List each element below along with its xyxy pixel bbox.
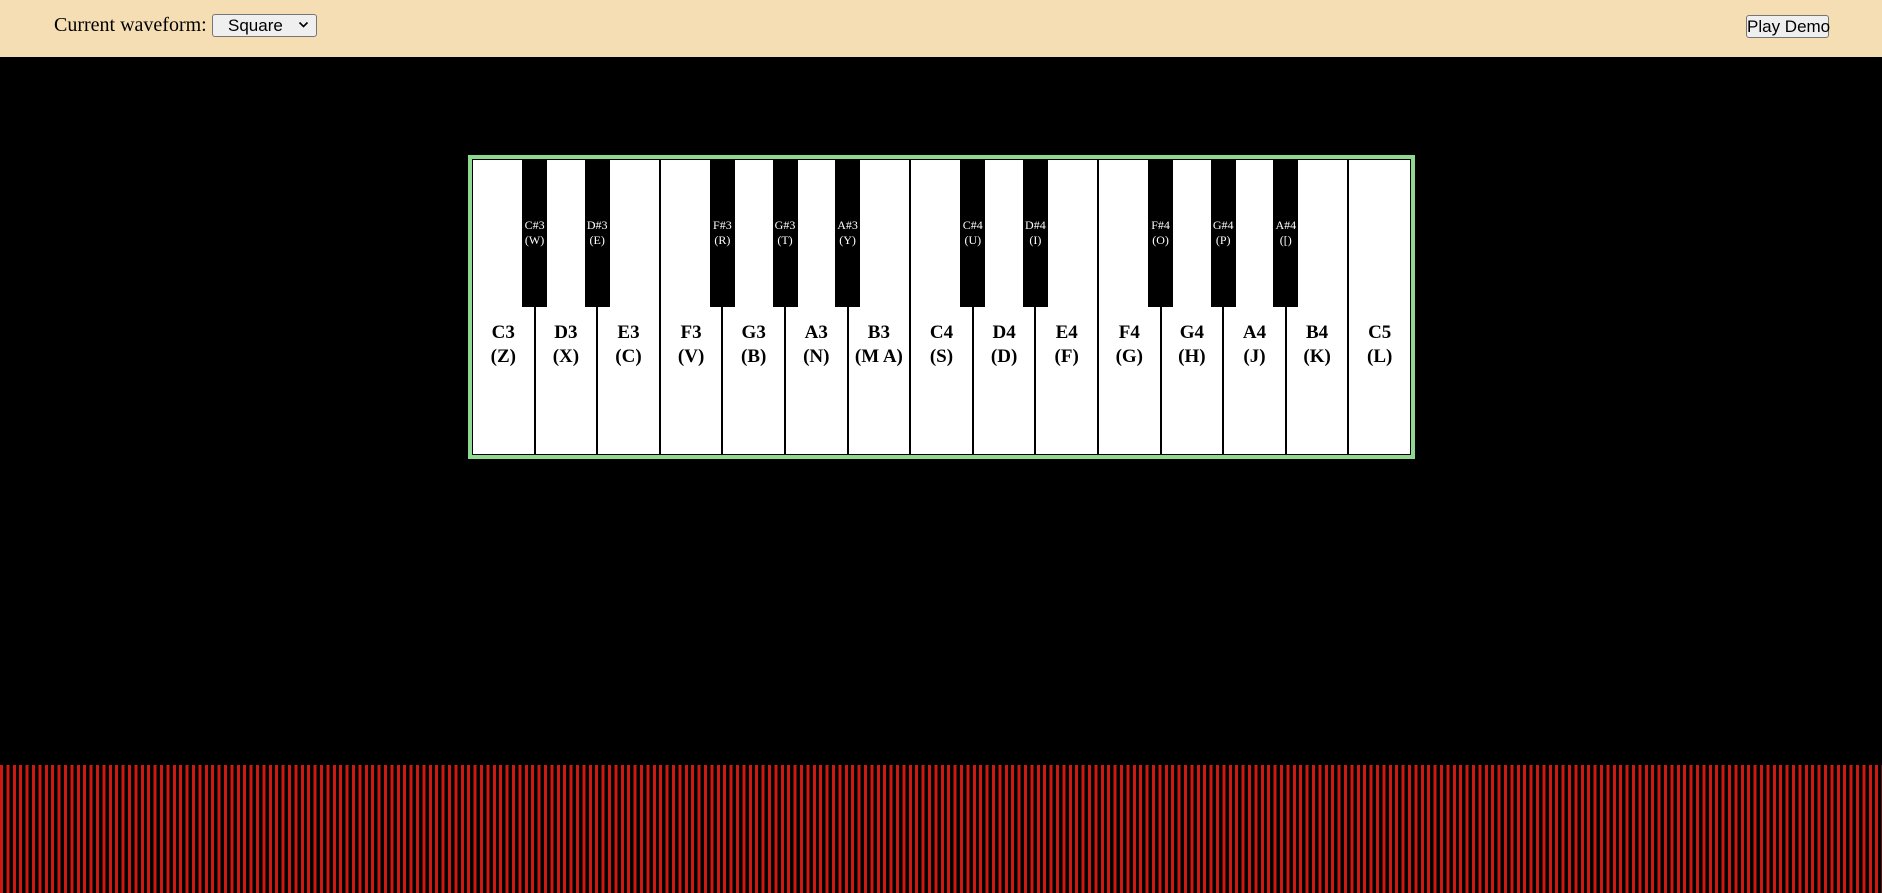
white-key-note-label: C3 <box>491 322 515 343</box>
white-key-shortcut-label: (M A) <box>854 346 903 367</box>
white-key-note-label: A4 <box>1242 322 1267 343</box>
black-key-shortcut-label: (W) <box>524 233 545 247</box>
black-key-note-label: F#4 <box>1151 218 1170 232</box>
white-key-note-label: D3 <box>554 322 578 343</box>
black-key-g-sharp4[interactable]: G#4 (P) <box>1210 159 1236 307</box>
white-key-shortcut-label: (G) <box>1115 346 1144 367</box>
black-key-note-label: F#3 <box>713 218 732 232</box>
white-key-note-label: C5 <box>1368 322 1392 343</box>
black-key-shortcut-label: ([) <box>1279 233 1292 247</box>
waveform-selected-value: Square <box>228 16 283 35</box>
black-key-note-label: A#3 <box>837 218 858 232</box>
black-key-note-label: C#3 <box>524 218 545 232</box>
white-key-c5[interactable]: C5 (L) <box>1348 159 1411 455</box>
white-key-note-label: E4 <box>1055 322 1078 343</box>
white-key-shortcut-label: (Z) <box>490 346 516 367</box>
white-key-shortcut-label: (K) <box>1303 346 1331 367</box>
black-key-shortcut-label: (E) <box>589 233 605 247</box>
play-demo-button[interactable]: Play Demo <box>1746 15 1830 38</box>
black-key-c-sharp3[interactable]: C#3 (W) <box>522 159 548 307</box>
white-key-shortcut-label: (L) <box>1367 346 1393 367</box>
black-key-f-sharp3[interactable]: F#3 (R) <box>709 159 735 307</box>
white-key-shortcut-label: (J) <box>1243 346 1266 367</box>
waveform-label: Current waveform: <box>54 14 207 36</box>
white-key-shortcut-label: (X) <box>552 346 580 367</box>
audio-visualizer <box>0 765 1882 893</box>
black-key-shortcut-label: (P) <box>1215 233 1231 247</box>
white-key-shortcut-label: (S) <box>929 346 954 367</box>
piano-keys: C3 (Z) D3 (X) E3 (C) F3 (V) G3 (B) A3 (N) B3 (M A) C4 (… <box>472 159 1411 455</box>
white-key-note-label: B4 <box>1306 322 1329 343</box>
white-key-shortcut-label: (V) <box>677 346 705 367</box>
black-key-note-label: D#4 <box>1025 218 1046 232</box>
toolbar: Current waveform: Square Play Demo <box>0 0 1882 57</box>
white-key-note-label: D4 <box>992 322 1016 343</box>
white-key-note-label: F4 <box>1118 322 1140 343</box>
white-key-note-label: E3 <box>617 322 640 343</box>
white-key-shortcut-label: (N) <box>803 346 830 367</box>
black-key-note-label: C#4 <box>962 218 983 232</box>
white-key-note-label: G3 <box>741 322 766 343</box>
black-key-f-sharp4[interactable]: F#4 (O) <box>1148 159 1174 307</box>
white-key-note-label: G4 <box>1179 322 1205 343</box>
black-key-g-sharp3[interactable]: G#3 (T) <box>772 159 798 307</box>
black-key-a-sharp3[interactable]: A#3 (Y) <box>835 159 861 307</box>
white-key-shortcut-label: (H) <box>1178 346 1206 367</box>
waveform-select[interactable]: Square <box>212 14 317 37</box>
white-key-note-label: B3 <box>867 322 890 343</box>
black-key-shortcut-label: (O) <box>1152 233 1169 247</box>
black-key-shortcut-label: (Y) <box>839 233 856 247</box>
chevron-down-icon <box>298 21 309 28</box>
white-key-shortcut-label: (C) <box>615 346 642 367</box>
white-key-note-label: F3 <box>680 322 702 343</box>
black-key-d-sharp4[interactable]: D#4 (I) <box>1022 159 1048 307</box>
black-key-d-sharp3[interactable]: D#3 (E) <box>584 159 610 307</box>
black-key-note-label: G#4 <box>1212 218 1234 232</box>
white-key-shortcut-label: (B) <box>741 346 767 367</box>
white-key-note-label: A3 <box>804 322 828 343</box>
white-key-note-label: C4 <box>929 322 954 343</box>
piano-keyboard: C3 (Z) D3 (X) E3 (C) F3 (V) G3 (B) A3 (N) B3 (M A) C4 (… <box>468 155 1415 459</box>
white-key-shortcut-label: (D) <box>990 346 1018 367</box>
white-key-shortcut-label: (F) <box>1054 346 1079 367</box>
black-key-shortcut-label: (I) <box>1029 233 1042 247</box>
black-key-shortcut-label: (U) <box>964 233 982 247</box>
black-key-c-sharp4[interactable]: C#4 (U) <box>960 159 986 307</box>
black-key-shortcut-label: (T) <box>777 233 793 247</box>
black-key-note-label: G#3 <box>774 218 796 232</box>
black-key-note-label: A#4 <box>1275 218 1297 232</box>
black-key-a-sharp4[interactable]: A#4([) <box>1273 159 1299 307</box>
black-key-shortcut-label: (R) <box>714 233 731 247</box>
black-key-note-label: D#3 <box>586 218 608 232</box>
